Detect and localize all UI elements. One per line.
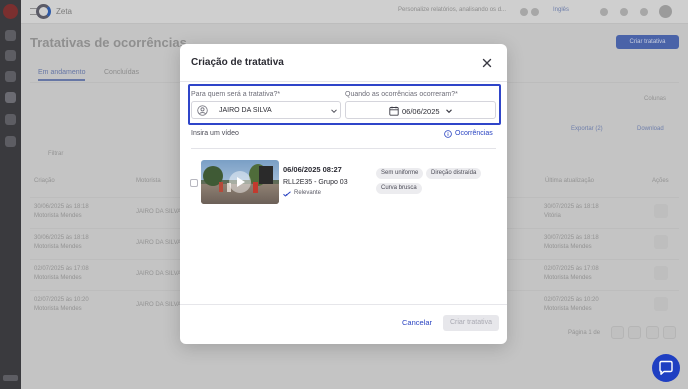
topbar-icon[interactable] (520, 8, 528, 16)
filter-button[interactable]: Filtrar (48, 151, 63, 157)
relevant-icon (283, 191, 291, 197)
video-checkbox[interactable] (190, 179, 198, 187)
tab-in-progress[interactable]: Em andamento (38, 69, 86, 81)
row-updated-by: Motorista Mendes (544, 306, 592, 312)
export-button[interactable]: Exportar (2) (571, 126, 603, 132)
pagination-prev-button[interactable] (628, 326, 641, 339)
create-treatment-button-bg[interactable]: Criar tratativa (616, 35, 679, 49)
topbar-hint: Personalize relatórios, analisando os d.… (398, 7, 507, 13)
date-picker[interactable]: 06/06/2025 (345, 101, 496, 119)
chat-button[interactable] (652, 354, 680, 382)
app-name: Zeta (56, 7, 73, 16)
modal-title: Criação de tratativa (191, 57, 284, 68)
row-date: 30/06/2025 às 18:18 (34, 235, 89, 241)
create-treatment-button[interactable]: Criar tratativa (443, 315, 499, 331)
row-date: 02/07/2025 às 10:20 (34, 297, 89, 303)
pagination-next-button[interactable] (646, 326, 659, 339)
page-title: Tratativas de ocorrências (30, 35, 187, 50)
date-picker-value: 06/06/2025 (402, 107, 440, 116)
occurrence-tag: Sem uniforme (376, 168, 424, 179)
avatar[interactable] (659, 5, 672, 18)
user-icon (197, 105, 208, 116)
sidebar-chart-icon[interactable] (5, 114, 16, 125)
topbar-icon[interactable] (531, 8, 539, 16)
pagination-first-button[interactable] (611, 326, 624, 339)
calendar-icon (389, 106, 399, 116)
section-divider (191, 148, 496, 149)
chevron-down-icon (331, 109, 337, 114)
row-action-icon[interactable] (654, 297, 668, 311)
row-action-icon[interactable] (654, 235, 668, 249)
create-treatment-modal: Criação de tratativa Para quem será a tr… (180, 44, 507, 344)
row-updated-by: Vitória (544, 213, 561, 219)
tab-completed[interactable]: Concluídas (104, 69, 139, 76)
person-field-label: Para quem será a tratativa?* (191, 91, 281, 98)
row-updated: 02/07/2025 às 17:08 (544, 266, 599, 272)
row-updated-by: Motorista Mendes (544, 275, 592, 281)
row-name: Motorista Mendes (34, 306, 82, 312)
row-name: Motorista Mendes (34, 275, 82, 281)
video-datetime: 06/06/2025 08:27 (283, 165, 342, 174)
row-driver: JAIRO DA SILVA (136, 209, 182, 215)
header-updated: Última atualização (545, 178, 595, 184)
chevron-down-icon (446, 109, 452, 114)
row-driver: JAIRO DA SILVA (136, 271, 182, 277)
columns-button[interactable]: Colunas (644, 96, 666, 102)
close-icon[interactable] (480, 56, 494, 70)
video-thumbnail[interactable] (201, 160, 279, 204)
app-logo-icon (36, 4, 51, 19)
row-updated: 30/07/2025 às 18:18 (544, 204, 599, 210)
header-driver: Motorista (136, 178, 161, 184)
sidebar-menu-icon[interactable] (5, 30, 16, 41)
notification-icon[interactable] (600, 8, 608, 16)
help-icon[interactable] (620, 8, 628, 16)
occurrence-tag: Curva brusca (376, 183, 422, 194)
row-name: Motorista Mendes (34, 244, 82, 250)
modal-header: Criação de tratativa (180, 44, 507, 82)
sidebar-home-icon[interactable] (5, 50, 16, 61)
sidebar-logo (3, 4, 18, 19)
row-updated: 02/07/2025 às 10:20 (544, 297, 599, 303)
video-list-item[interactable]: 06/06/2025 08:27 RLL2E35 - Grupo 03 Rele… (188, 158, 499, 208)
sidebar-video-icon[interactable] (5, 71, 16, 82)
settings-icon[interactable] (640, 8, 648, 16)
video-plate: RLL2E35 - Grupo 03 (283, 179, 348, 186)
header-actions: Ações (652, 178, 669, 184)
download-button[interactable]: Download (637, 126, 664, 132)
chat-icon (659, 360, 673, 375)
cancel-button[interactable]: Cancelar (402, 318, 432, 327)
topbar (21, 0, 688, 24)
video-section-label: Insira um vídeo (191, 130, 239, 137)
date-field-label: Quando as ocorrências ocorreram?* (345, 91, 458, 98)
language-selector[interactable]: Inglês (553, 7, 569, 13)
header-creation: Criação (34, 178, 55, 184)
row-date: 02/07/2025 às 17:08 (34, 266, 89, 272)
row-action-icon[interactable] (654, 204, 668, 218)
row-updated-by: Motorista Mendes (544, 244, 592, 250)
occurrence-tag: Direção distraída (426, 168, 482, 179)
pagination-label: Página 1 de (568, 330, 601, 336)
row-updated: 30/07/2025 às 18:18 (544, 235, 599, 241)
sidebar-settings-icon[interactable] (5, 136, 16, 147)
row-date: 30/06/2025 às 18:18 (34, 204, 89, 210)
sidebar-occurrences-icon[interactable] (5, 92, 16, 103)
pagination-last-button[interactable] (663, 326, 676, 339)
row-action-icon[interactable] (654, 266, 668, 280)
video-relevance: Relevante (294, 190, 322, 196)
row-driver: JAIRO DA SILVA (136, 302, 182, 308)
person-select-value: JAIRO DA SILVA (219, 107, 272, 114)
person-select[interactable]: JAIRO DA SILVA (191, 101, 341, 119)
info-icon (444, 130, 452, 138)
sidebar (0, 0, 21, 389)
sidebar-footer (3, 375, 18, 381)
footer-divider (180, 304, 507, 305)
play-icon[interactable] (229, 171, 251, 193)
row-driver: JAIRO DA SILVA (136, 240, 182, 246)
row-name: Motorista Mendes (34, 213, 82, 219)
occurrences-link-label: Ocorrências (455, 130, 493, 137)
